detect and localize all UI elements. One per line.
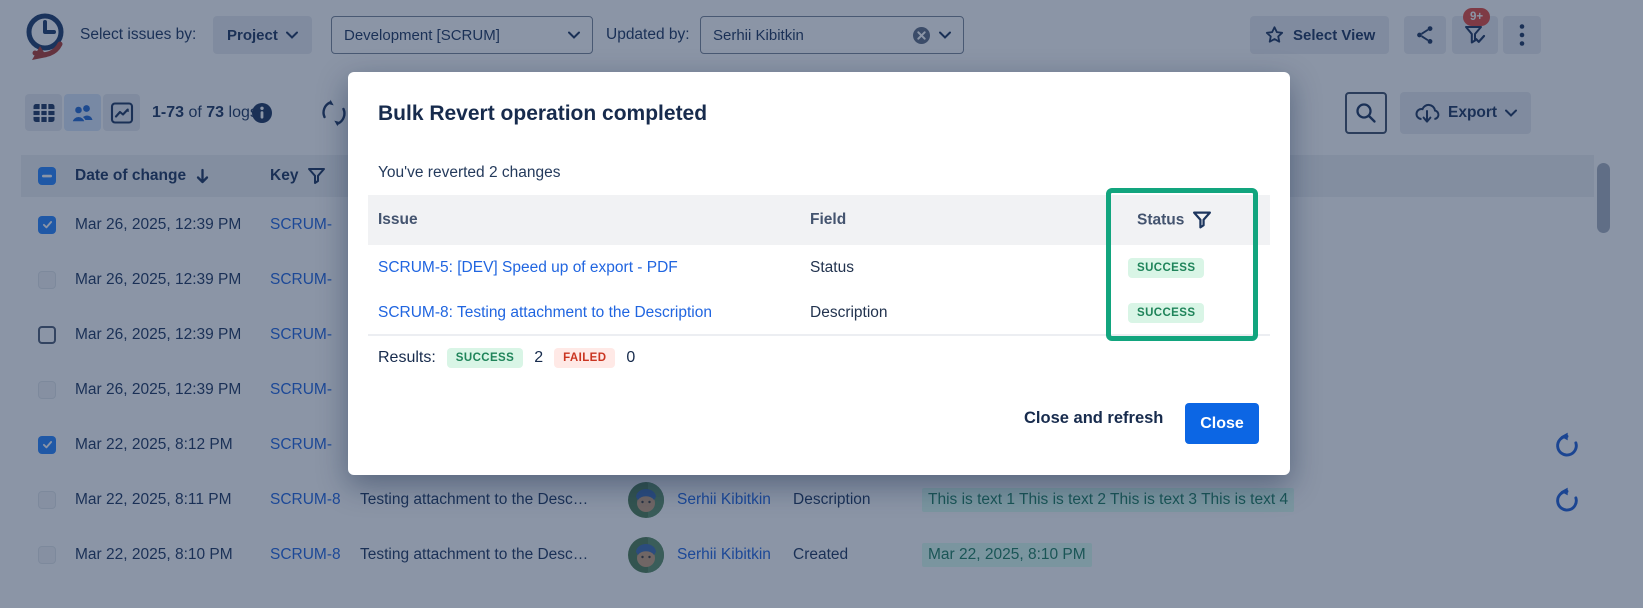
status-badge: SUCCESS (1128, 258, 1204, 278)
close-and-refresh-button[interactable]: Close and refresh (1018, 408, 1169, 429)
results-label: Results: (378, 349, 436, 367)
bulk-revert-dialog: Bulk Revert operation completed You've r… (348, 72, 1290, 475)
success-badge: SUCCESS (447, 348, 523, 368)
revert-field: Status (810, 259, 854, 277)
revert-field: Description (810, 304, 888, 322)
app-window: Select issues by: Project Development [S… (0, 0, 1643, 608)
status-filter-funnel-icon[interactable] (1192, 211, 1212, 230)
success-count: 2 (534, 349, 543, 367)
revert-issue-link[interactable]: SCRUM-5: [DEV] Speed up of export - PDF (378, 259, 678, 277)
revert-result-row: SCRUM-5: [DEV] Speed up of export - PDF … (368, 245, 1270, 290)
revert-results-table: Issue Field Status SCRUM-5: [DEV] Speed … (368, 195, 1270, 336)
revert-table-header: Issue Field Status (368, 195, 1270, 245)
field-column-label: Field (810, 211, 846, 229)
failed-badge: FAILED (554, 348, 615, 368)
revert-issue-link[interactable]: SCRUM-8: Testing attachment to the Descr… (378, 304, 712, 322)
status-column-label: Status (1137, 211, 1184, 229)
close-button[interactable]: Close (1185, 403, 1259, 444)
failed-count: 0 (626, 349, 635, 367)
dialog-title: Bulk Revert operation completed (378, 102, 707, 126)
status-badge: SUCCESS (1128, 303, 1204, 323)
issue-column-label: Issue (378, 211, 418, 229)
revert-result-row: SCRUM-8: Testing attachment to the Descr… (368, 290, 1270, 335)
results-summary: Results: SUCCESS 2 FAILED 0 (378, 348, 635, 368)
dialog-subtitle: You've reverted 2 changes (378, 164, 561, 182)
